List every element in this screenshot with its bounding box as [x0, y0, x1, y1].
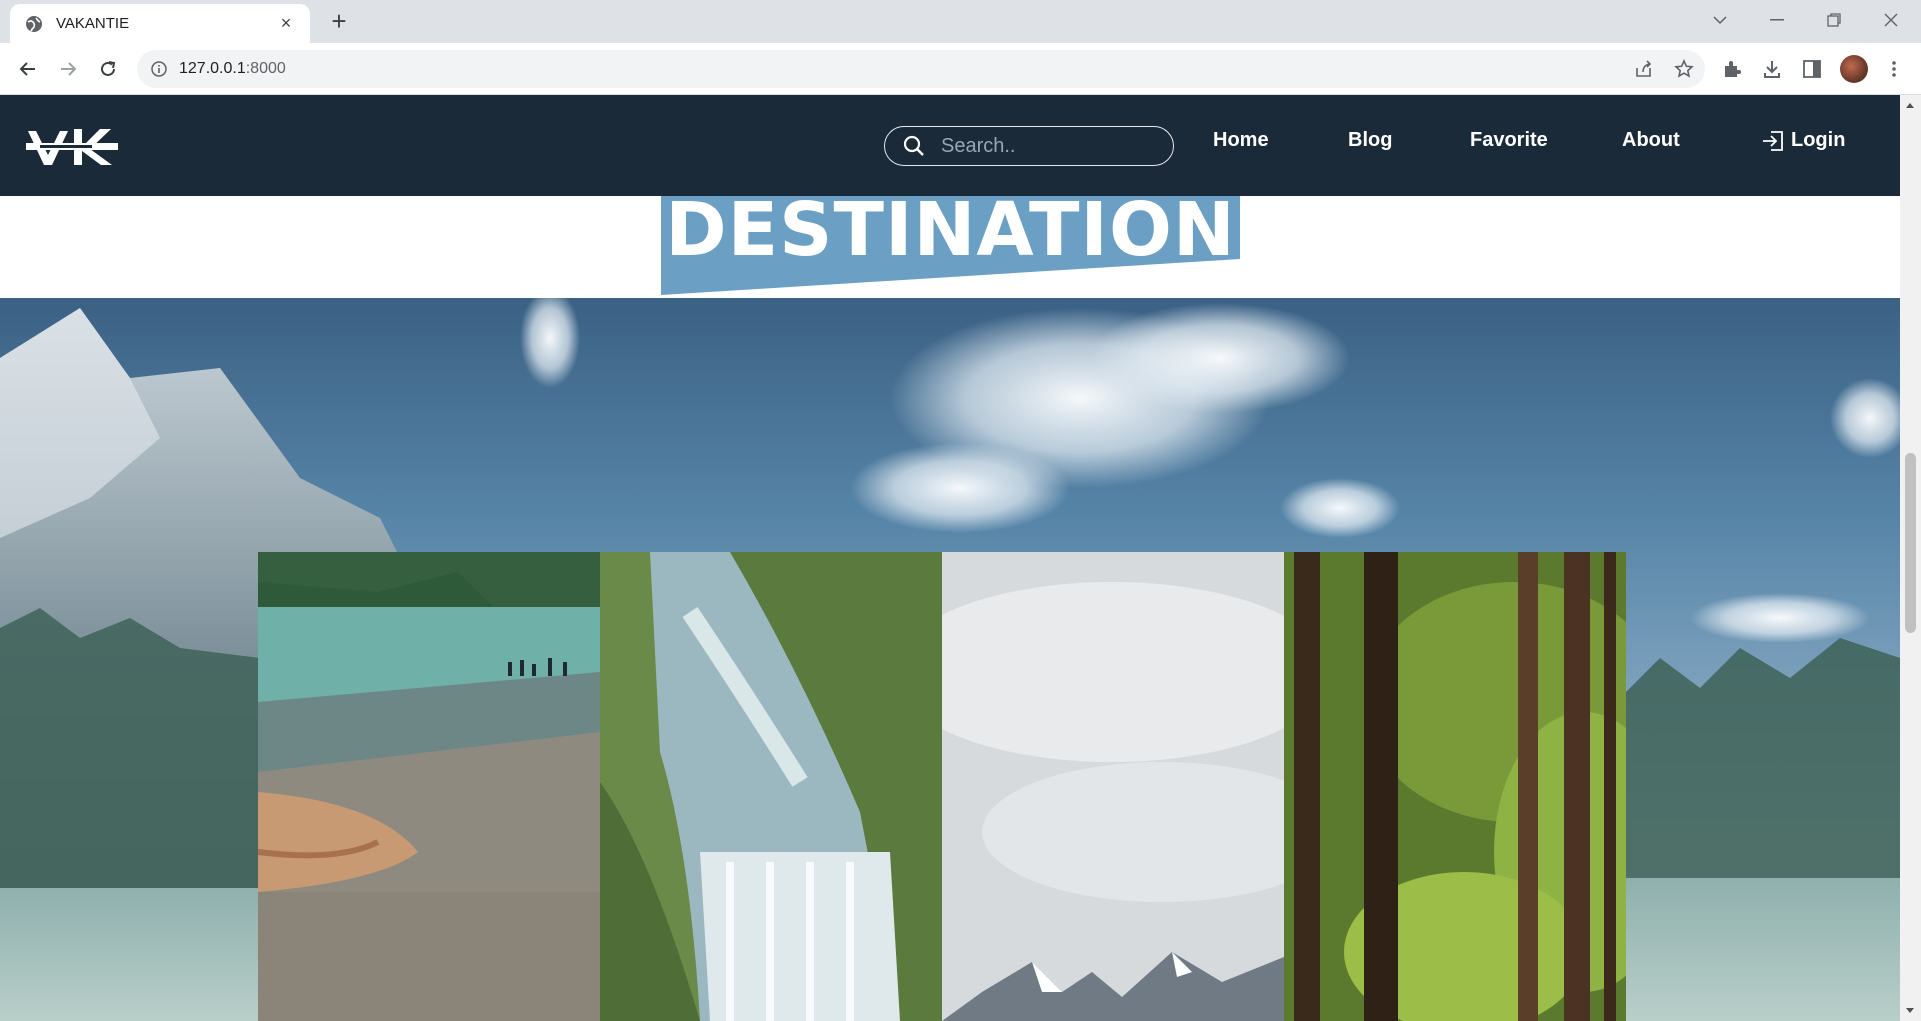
section-title: DESTINATION: [665, 187, 1236, 273]
search-icon[interactable]: [903, 135, 925, 157]
reload-icon[interactable]: [94, 55, 122, 83]
destination-banner: DESTINATION: [661, 191, 1240, 295]
scrollbar-thumb[interactable]: [1905, 453, 1916, 633]
bookmark-star-icon[interactable]: [1670, 55, 1698, 83]
nav-blog-link[interactable]: Blog: [1348, 129, 1392, 152]
gallery-tile-waterfall[interactable]: [600, 552, 942, 1021]
profile-avatar[interactable]: [1840, 55, 1868, 83]
download-icon[interactable]: [1758, 55, 1786, 83]
new-tab-button[interactable]: +: [324, 6, 354, 36]
browser-tabstrip: VAKANTIE × +: [0, 0, 1921, 43]
share-icon[interactable]: [1630, 55, 1658, 83]
side-panel-icon[interactable]: [1798, 55, 1826, 83]
tab-title: VAKANTIE: [56, 15, 130, 32]
gallery-tile-beach-lake[interactable]: [258, 552, 600, 1021]
close-window-icon[interactable]: [1871, 0, 1911, 40]
scroll-up-arrow-icon[interactable]: [1906, 103, 1914, 108]
destination-hero: [0, 298, 1900, 1021]
page-viewport: Home Blog Favorite About Login DESTINATI…: [0, 95, 1900, 1021]
gallery-tile-forest[interactable]: [1284, 552, 1626, 1021]
site-search-box[interactable]: [884, 126, 1174, 166]
site-navbar: Home Blog Favorite About Login: [0, 95, 1900, 196]
nav-home-link[interactable]: Home: [1213, 129, 1269, 152]
nav-login-link[interactable]: Login: [1761, 129, 1845, 152]
info-icon[interactable]: [151, 61, 167, 77]
site-logo[interactable]: [26, 125, 118, 167]
globe-icon: [26, 15, 42, 32]
chrome-menu-icon[interactable]: [1880, 55, 1908, 83]
extensions-icon[interactable]: [1718, 55, 1746, 83]
nav-about-link[interactable]: About: [1622, 129, 1680, 152]
page-scrollbar[interactable]: [1900, 95, 1921, 1021]
scroll-down-arrow-icon[interactable]: [1906, 1008, 1914, 1013]
tab-close-icon[interactable]: ×: [276, 13, 296, 34]
browser-tab[interactable]: VAKANTIE ×: [10, 4, 310, 43]
login-icon: [1763, 130, 1783, 151]
search-input[interactable]: [941, 134, 1161, 158]
nav-favorite-link[interactable]: Favorite: [1470, 129, 1548, 152]
address-bar[interactable]: 127.0.0.1:8000: [137, 50, 1705, 88]
browser-toolbar: 127.0.0.1:8000: [0, 43, 1921, 95]
back-icon[interactable]: [14, 55, 42, 83]
tab-search-icon[interactable]: [1700, 0, 1740, 40]
login-label: Login: [1791, 129, 1846, 151]
minimize-icon[interactable]: [1757, 0, 1797, 40]
gallery-tile-snowy-peaks[interactable]: [942, 552, 1284, 1021]
restore-icon[interactable]: [1814, 0, 1854, 40]
url-text: 127.0.0.1:8000: [179, 60, 286, 77]
forward-icon[interactable]: [54, 55, 82, 83]
